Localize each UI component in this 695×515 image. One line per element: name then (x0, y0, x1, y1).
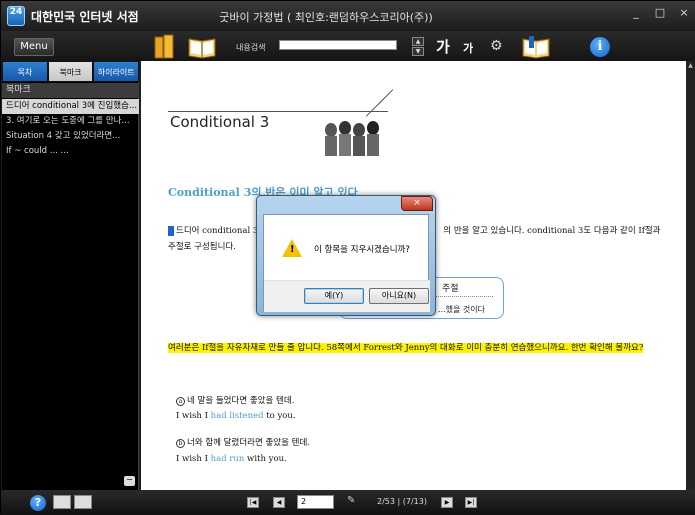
page-scrollbar[interactable]: ▲ (686, 61, 695, 490)
spinner-down-button[interactable]: ▼ (412, 47, 424, 56)
prev-page-button[interactable]: ◀ (273, 497, 285, 508)
sidebar-tabs: 목차 북마크 하이라이트 (2, 61, 140, 82)
scroll-up-arrow[interactable]: ▲ (686, 61, 695, 70)
example-answer: had run (210, 454, 245, 464)
callout-text: ...했을 것이다 (438, 305, 485, 314)
dialog-footer: 예(Y) 아니요(N) (264, 280, 430, 312)
intro-text-b: 의 반을 알고 있습니다. conditional 3도 다음과 같이 If절과 (443, 226, 661, 236)
example-english-text: to you. (263, 411, 296, 421)
callout-title: 주절 (442, 284, 459, 294)
search-label: 내용검색 (236, 43, 266, 52)
bookmark-list: 드디어 conditional 3에 진입했습... 3. 여기로 오는 도중에… (2, 99, 139, 159)
highlight-text: 여러분은 If절을 자유자재로 만들 줄 압니다. 58쪽에서 Forrest와… (168, 343, 644, 353)
example-english-text: with you. (244, 454, 287, 464)
next-page-button[interactable]: ▶ (441, 497, 453, 508)
example-english-text: I wish I (176, 454, 211, 464)
first-page-button[interactable]: |◀ (247, 497, 259, 508)
last-page-button[interactable]: ▶| (465, 497, 477, 508)
sidebar: 목차 북마크 하이라이트 북마크 드디어 conditional 3에 진입했습… (2, 61, 140, 490)
example-english-text: I wish I (176, 411, 211, 421)
chapter-rule-diagonal (365, 89, 394, 117)
example-number: b (176, 439, 185, 448)
gear-icon[interactable]: ⚙ (490, 38, 503, 54)
warning-icon: ! (282, 239, 302, 257)
example-english: I wish I had run with you. (176, 454, 287, 464)
example-answer: had listened (210, 411, 264, 421)
no-button[interactable]: 아니요(N) (369, 288, 429, 304)
font-increase-button[interactable]: 가 (436, 36, 450, 57)
app-logo: 24 (7, 6, 25, 26)
example-english: I wish I had listened to you. (176, 411, 296, 421)
page-number-input[interactable]: 2 (297, 495, 334, 509)
chapter-title: Conditional 3 (170, 113, 270, 131)
toolbar: Menu 내용검색 ▲ ▼ 가 가 ⚙ i (1, 31, 695, 61)
list-item[interactable]: If ~ could ... ... (2, 144, 139, 159)
menu-button[interactable]: Menu (14, 38, 54, 56)
spinner-up-button[interactable]: ▲ (412, 37, 424, 46)
callout-divider (435, 296, 493, 297)
tab-toc[interactable]: 목차 (2, 61, 48, 82)
bookmark-book-icon[interactable] (521, 35, 551, 59)
dialog-body: ! 이 항목을 지우시겠습니까? 예(Y) 아니요(N) (263, 214, 430, 312)
font-decrease-button[interactable]: 가 (463, 40, 473, 56)
page-info: 2/53 | (7/13) (377, 497, 427, 506)
sidebar-header: 북마크 (2, 83, 139, 98)
chapter-rule (168, 111, 388, 112)
intro-text-c: 주절로 구성됩니다. (168, 242, 236, 252)
list-item[interactable]: 3. 여기로 오는 도중에 그를 만나... (2, 114, 139, 129)
single-page-view-button[interactable] (53, 495, 71, 509)
example-number: a (176, 397, 185, 406)
pen-icon[interactable]: ✎ (347, 495, 355, 506)
help-icon[interactable]: ? (30, 495, 46, 511)
status-bar: ? |◀ ◀ 2 ✎ 2/53 | (7/13) ▶ ▶| (1, 490, 695, 515)
warning-mark: ! (290, 244, 295, 255)
intro-text-a: 드디어 conditional 3 (176, 226, 259, 236)
search-input[interactable] (279, 40, 397, 50)
title-bar: 24 대한민국 인터넷 서점 굿바이 가정법 ( 최인호:랜덤하우스코리아(주)… (1, 1, 695, 31)
sidebar-collapse-button[interactable]: − (124, 476, 135, 486)
bookmark-icon (168, 225, 174, 236)
window-controls: _ □ × (630, 6, 690, 19)
maximize-button[interactable]: □ (654, 6, 666, 19)
search-spinner: ▲ ▼ (412, 37, 424, 57)
tab-highlights[interactable]: 하이라이트 (93, 61, 140, 82)
info-icon[interactable]: i (590, 37, 610, 57)
confirm-dialog: × ! 이 항목을 지우시겠습니까? 예(Y) 아니요(N) (256, 195, 436, 316)
minimize-button[interactable]: _ (630, 6, 642, 19)
list-item[interactable]: 드디어 conditional 3에 진입했습... (2, 99, 139, 114)
open-book-icon[interactable] (187, 35, 217, 59)
example-korean-text: 너와 함께 달렸더라면 좋았을 텐데. (187, 438, 310, 448)
yes-button[interactable]: 예(Y) (304, 288, 364, 304)
double-page-view-button[interactable] (74, 495, 92, 509)
app-title: 대한민국 인터넷 서점 (31, 10, 139, 24)
dialog-message: 이 항목을 지우시겠습니까? (314, 245, 410, 255)
highlighted-paragraph: 여러분은 If절을 자유자재로 만들 줄 압니다. 58쪽에서 Forrest와… (168, 340, 678, 357)
dialog-close-button[interactable]: × (401, 196, 433, 211)
books-icon[interactable] (153, 34, 175, 60)
app-window: 24 대한민국 인터넷 서점 굿바이 가정법 ( 최인호:랜덤하우스코리아(주)… (0, 0, 695, 515)
example-korean: b 너와 함께 달렸더라면 좋았을 텐데. (176, 436, 310, 448)
example-korean: a네 말을 들었다면 좋았을 텐데. (176, 394, 294, 406)
list-item[interactable]: Situation 4 갖고 있었더라면... (2, 129, 139, 144)
people-illustration (325, 121, 379, 156)
example-korean-text: 네 말을 들었다면 좋았을 텐데. (187, 396, 295, 406)
close-button[interactable]: × (678, 6, 690, 19)
document-title: 굿바이 가정법 ( 최인호:랜덤하우스코리아(주)) (219, 11, 433, 24)
tab-bookmarks[interactable]: 북마크 (47, 61, 94, 82)
